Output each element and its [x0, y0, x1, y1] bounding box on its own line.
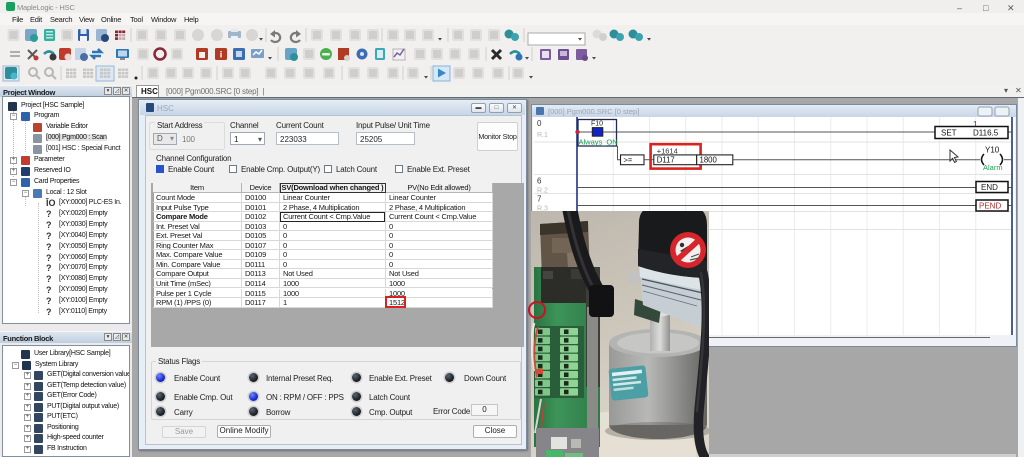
svg-text:Y10: Y10: [985, 146, 1000, 155]
svg-text:R.2: R.2: [537, 188, 548, 195]
svg-text:7: 7: [537, 195, 542, 204]
svg-text:SET: SET: [941, 129, 957, 138]
svg-text:[000] Pgm000.SRC [0 step]: [000] Pgm000.SRC [0 step]: [548, 107, 639, 116]
svg-text:END: END: [981, 183, 998, 192]
svg-text:PEND: PEND: [979, 202, 1001, 211]
svg-text:R.1: R.1: [537, 132, 548, 139]
svg-text:0: 0: [537, 119, 542, 128]
svg-text:Always_ON: Always_ON: [579, 138, 618, 147]
svg-text:F10: F10: [591, 121, 603, 128]
svg-text:+1614: +1614: [657, 146, 678, 155]
svg-text:1800: 1800: [700, 156, 718, 165]
svg-text:i: i: [220, 50, 223, 60]
svg-text:D117: D117: [657, 156, 675, 165]
svg-text:D116.5: D116.5: [973, 129, 999, 138]
svg-text:Alarm: Alarm: [983, 163, 1003, 172]
svg-text:6: 6: [537, 177, 542, 186]
svg-text:>=: >=: [624, 155, 633, 164]
